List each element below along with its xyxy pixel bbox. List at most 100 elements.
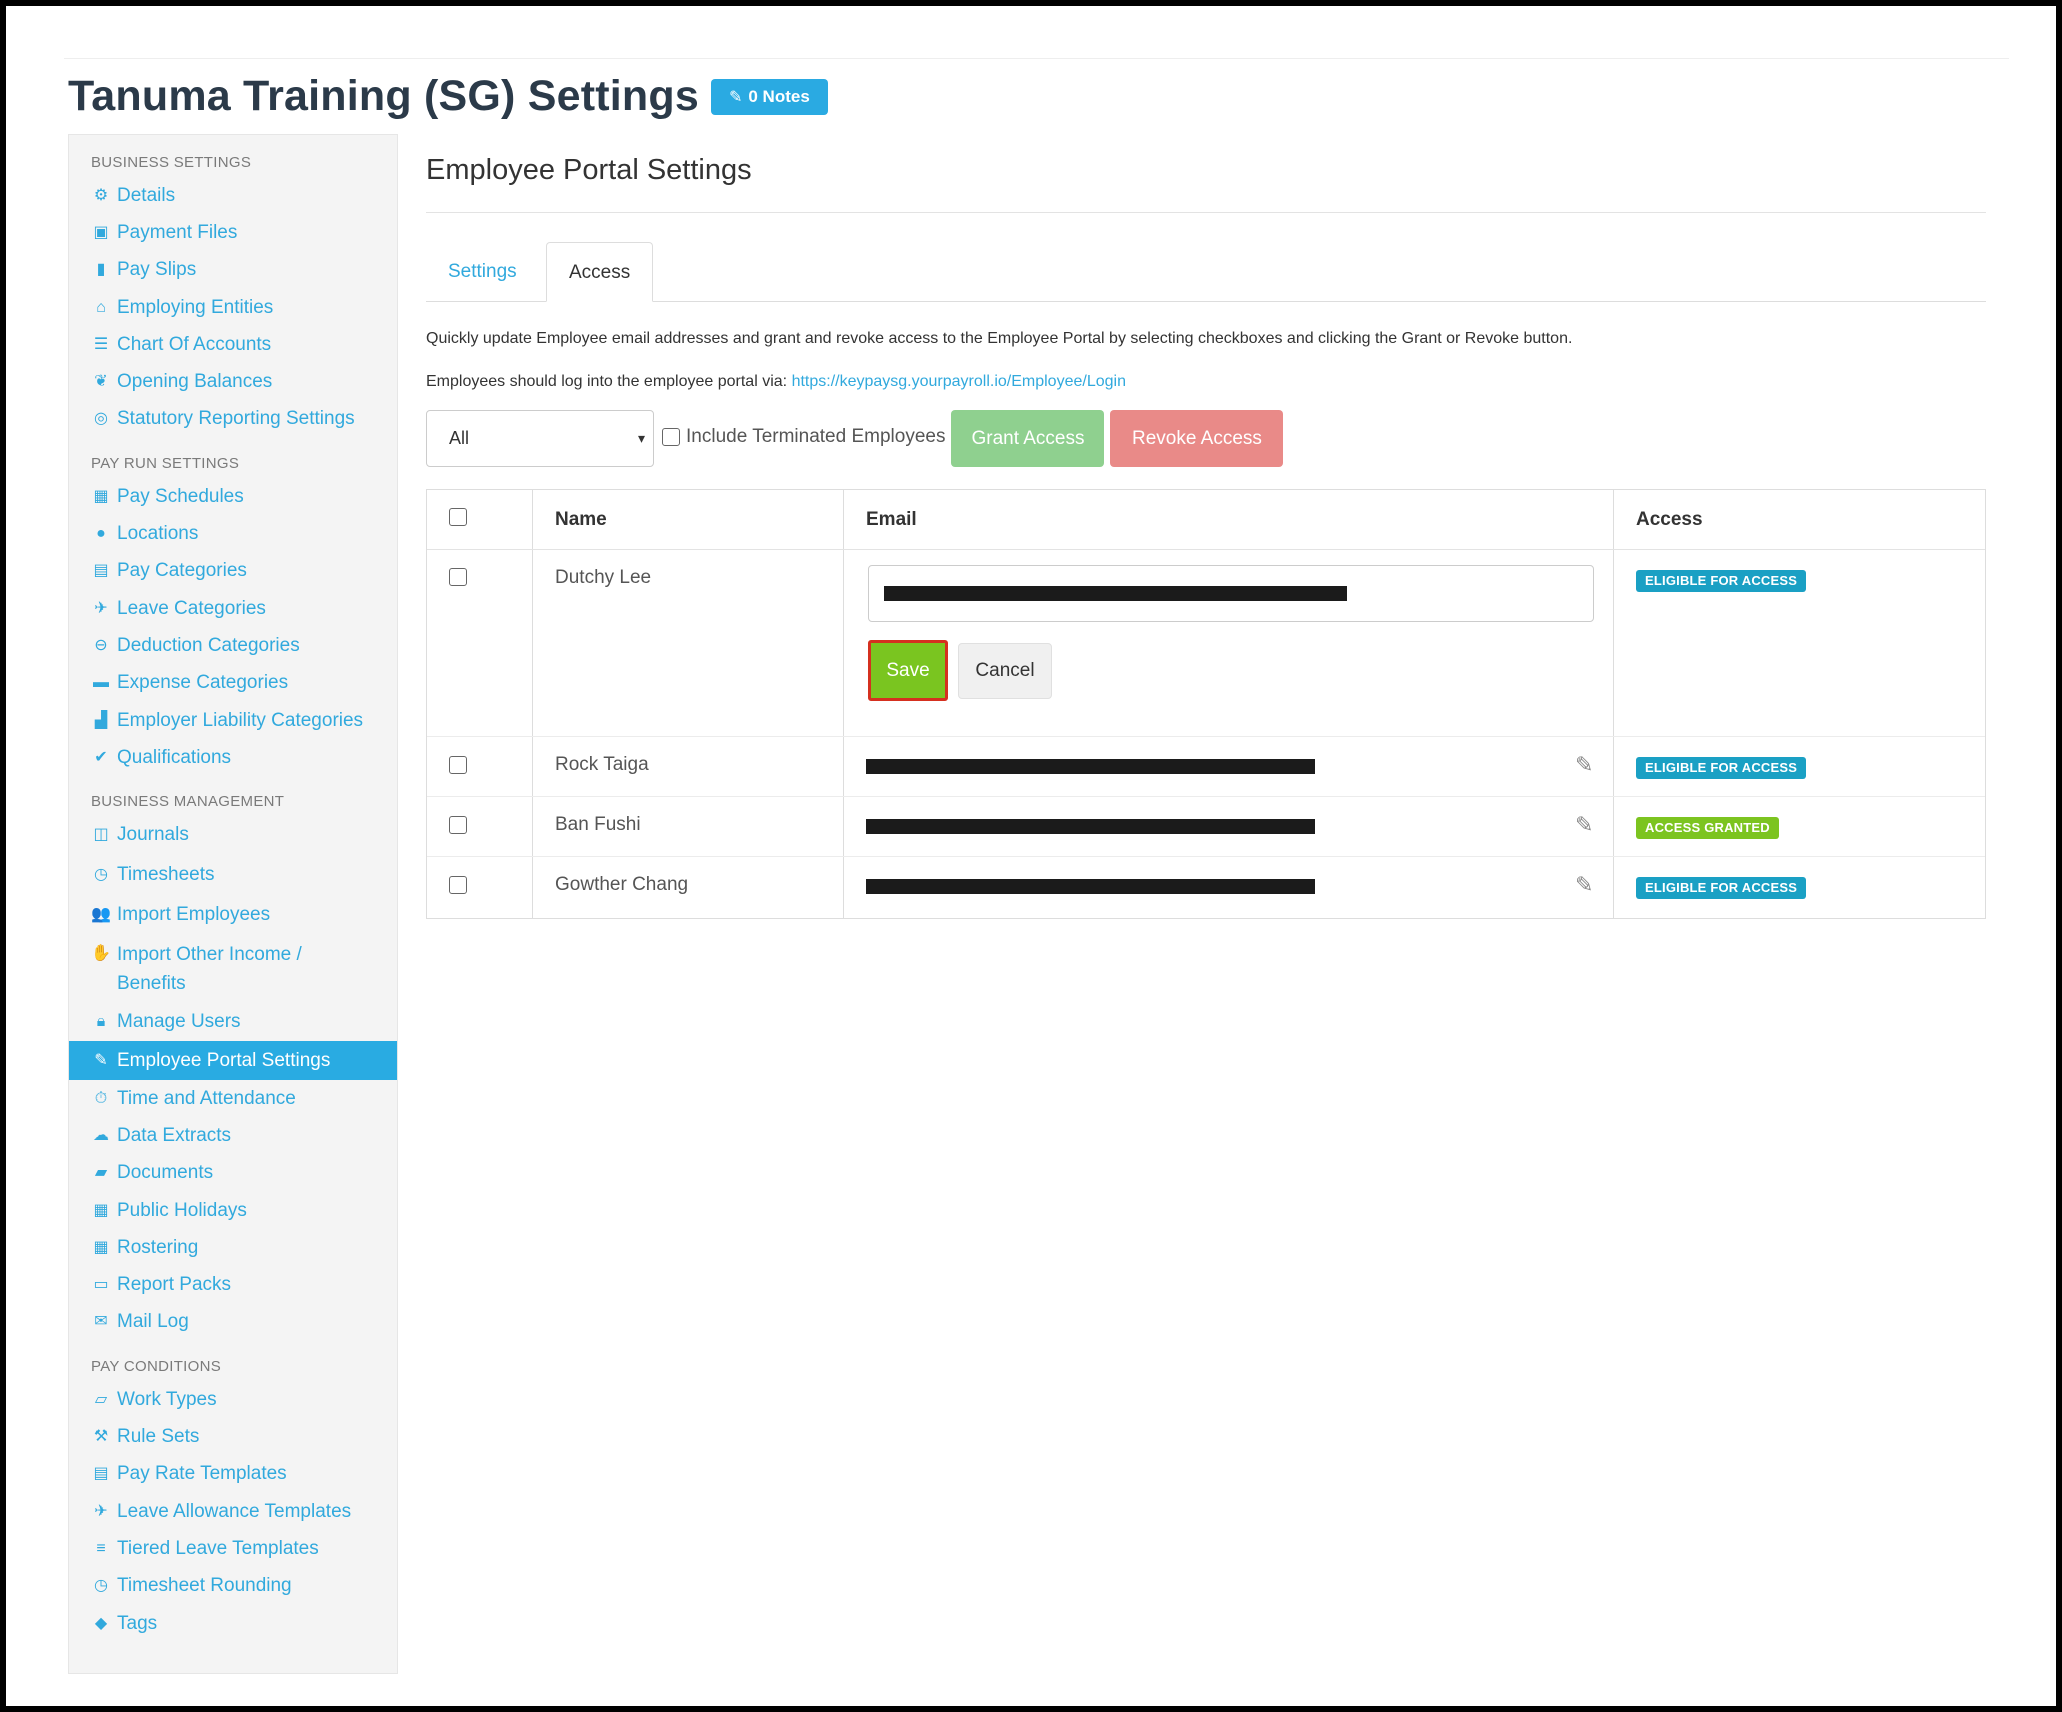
sidebar-item-documents[interactable]: ▰ Documents	[69, 1155, 397, 1192]
sidebar-item-report-packs[interactable]: ▭ Report Packs	[69, 1267, 397, 1304]
sidebar-item-label: Expense Categories	[117, 672, 289, 694]
folder-icon: ▰	[94, 1164, 108, 1182]
tab-settings[interactable]: Settings	[426, 242, 539, 302]
clock-icon: ◷	[94, 865, 108, 883]
bank-icon: ⌂	[96, 298, 106, 316]
select-all-checkbox[interactable]	[449, 508, 467, 526]
book-icon: ▱	[94, 1390, 108, 1408]
sidebar-item-pay-categories[interactable]: ▤ Pay Categories	[69, 553, 397, 590]
login-instructions: Employees should log into the employee p…	[426, 373, 1126, 391]
sidebar-item-chart-of-accounts[interactable]: ☰ Chart Of Accounts	[69, 326, 397, 363]
tab-bar: Settings Access	[426, 242, 1986, 302]
sidebar-item-opening-balances[interactable]: ❦ Opening Balances	[69, 363, 397, 400]
sidebar-item-label: Deduction Categories	[117, 634, 300, 656]
gear-icon: ⚙	[93, 186, 109, 204]
sidebar-item-leave-allowance-templates[interactable]: ✈ Leave Allowance Templates	[69, 1493, 397, 1530]
plane-icon: ✈	[94, 599, 108, 617]
sidebar-item-public-holidays[interactable]: ▦ Public Holidays	[69, 1192, 397, 1229]
sidebar-item-label: Employee Portal Settings	[117, 1049, 331, 1071]
top-divider	[64, 58, 2009, 59]
sidebar-item-label: Import Employees	[117, 903, 271, 925]
list-icon: ☰	[93, 335, 109, 353]
column-header-email: Email	[866, 509, 917, 530]
save-button[interactable]: Save	[868, 640, 948, 701]
row-checkbox[interactable]	[449, 876, 467, 894]
sidebar-item-label: Tags	[117, 1612, 158, 1634]
sidebar-item-label: Report Packs	[117, 1274, 232, 1296]
sidebar-item-label: Timesheets	[117, 863, 215, 885]
notes-label: 0 Notes	[748, 86, 810, 106]
sidebar-item-locations[interactable]: ● Locations	[69, 515, 397, 552]
sidebar-item-rostering[interactable]: ▦ Rostering	[69, 1229, 397, 1266]
sidebar-item-label: Details	[117, 184, 176, 206]
sidebar-section-pay-run-settings: PAY RUN SETTINGS	[91, 455, 240, 473]
sidebar-item-journals[interactable]: ◫ Journals	[69, 816, 397, 853]
row-checkbox[interactable]	[449, 756, 467, 774]
row-checkbox[interactable]	[449, 568, 467, 586]
sidebar-item-mail-log[interactable]: ✉ Mail Log	[69, 1304, 397, 1341]
employee-name: Ban Fushi	[555, 814, 641, 835]
lifebuoy-icon: ◎	[94, 410, 108, 428]
sidebar-item-deduction-categories[interactable]: ⊖ Deduction Categories	[69, 627, 397, 664]
section-title: Employee Portal Settings	[426, 154, 752, 186]
sidebar-item-pay-schedules[interactable]: ▦ Pay Schedules	[69, 478, 397, 515]
sidebar-section-business-settings: BUSINESS SETTINGS	[91, 154, 252, 171]
sidebar-item-qualifications[interactable]: ✔ Qualifications	[69, 739, 397, 776]
sidebar-item-employing-entities[interactable]: ⌂ Employing Entities	[69, 289, 397, 326]
sidebar-item-label: Data Extracts	[117, 1124, 232, 1146]
sidebar-item-tags[interactable]: ◆ Tags	[69, 1605, 397, 1642]
sidebar-item-details[interactable]: ⚙ Details	[69, 177, 397, 214]
sidebar-item-label: Rostering	[117, 1236, 199, 1258]
sidebar-item-employee-portal-settings[interactable]: ✎ Employee Portal Settings	[69, 1041, 397, 1081]
login-url-link[interactable]: https://keypaysg.yourpayroll.io/Employee…	[792, 373, 1126, 390]
edit-pencil-icon[interactable]: ✎	[1575, 812, 1593, 838]
sidebar-item-pay-slips[interactable]: ▮ Pay Slips	[69, 252, 397, 289]
lock-icon: 🔒︎	[96, 1013, 106, 1031]
sidebar-item-label: Opening Balances	[117, 371, 273, 393]
grant-access-button[interactable]: Grant Access	[951, 410, 1105, 467]
sidebar-item-label: Leave Allowance Templates	[117, 1500, 352, 1522]
row-checkbox[interactable]	[449, 816, 467, 834]
sidebar-item-data-extracts[interactable]: ☁ Data Extracts	[69, 1117, 397, 1154]
include-terminated-label: Include Terminated Employees	[686, 425, 946, 447]
sidebar-item-label: Locations	[117, 523, 199, 545]
sidebar-item-work-types[interactable]: ▱ Work Types	[69, 1381, 397, 1418]
notes-button[interactable]: ✎ 0 Notes	[710, 78, 828, 115]
edit-pencil-icon[interactable]: ✎	[1575, 752, 1593, 778]
calendar-icon: ▦	[93, 487, 109, 505]
sidebar-item-pay-rate-templates[interactable]: ▤ Pay Rate Templates	[69, 1456, 397, 1493]
folder-open-icon: ▭	[93, 1276, 109, 1294]
stopwatch-icon: ⏱	[94, 1089, 108, 1107]
cancel-button[interactable]: Cancel	[958, 643, 1052, 699]
include-terminated-checkbox[interactable]	[662, 427, 680, 446]
sidebar-item-label: Payment Files	[117, 221, 238, 243]
users-icon: 👥	[91, 905, 111, 923]
sidebar-item-import-employees[interactable]: 👥 Import Employees	[69, 896, 397, 934]
calendar-grid-icon: ▦	[93, 1238, 109, 1256]
sidebar-item-label: Employing Entities	[117, 296, 274, 318]
sidebar-item-label: Manage Users	[117, 1011, 241, 1033]
sidebar-item-time-and-attendance[interactable]: ⏱ Time and Attendance	[69, 1080, 397, 1117]
page-title: Tanuma Training (SG) Settings	[68, 72, 699, 120]
sidebar-item-rule-sets[interactable]: ⚒ Rule Sets	[69, 1418, 397, 1455]
check-icon: ✔	[94, 748, 108, 766]
employee-filter-select[interactable]: All ▾	[426, 410, 654, 467]
revoke-access-button[interactable]: Revoke Access	[1110, 410, 1284, 467]
sidebar-item-tiered-leave-templates[interactable]: ≡ Tiered Leave Templates	[69, 1530, 397, 1567]
status-badge: ELIGIBLE FOR ACCESS	[1636, 570, 1807, 592]
sidebar-item-timesheet-rounding[interactable]: ◷ Timesheet Rounding	[69, 1568, 397, 1605]
sidebar-item-employer-liability-categories[interactable]: ▟ Employer Liability Categories	[69, 702, 397, 739]
sidebar-item-label: Chart Of Accounts	[117, 333, 272, 355]
sidebar-item-import-other-income[interactable]: ✋ Import Other Income / Benefits	[69, 934, 397, 1004]
sidebar-item-expense-categories[interactable]: ▬ Expense Categories	[69, 665, 397, 702]
sidebar-item-leave-categories[interactable]: ✈ Leave Categories	[69, 590, 397, 627]
sidebar-item-manage-users[interactable]: 🔒︎ Manage Users	[69, 1004, 397, 1041]
edit-pencil-icon[interactable]: ✎	[1575, 872, 1593, 898]
sidebar-item-payment-files[interactable]: ▣ Payment Files	[69, 214, 397, 251]
email-field[interactable]	[868, 565, 1594, 622]
tab-access[interactable]: Access	[546, 242, 654, 302]
tiers-icon: ≡	[96, 1539, 106, 1557]
sidebar-item-timesheets[interactable]: ◷ Timesheets	[69, 854, 397, 896]
floppy-icon: ▣	[93, 223, 109, 241]
sidebar-item-statutory-reporting-settings[interactable]: ◎ Statutory Reporting Settings	[69, 401, 397, 438]
